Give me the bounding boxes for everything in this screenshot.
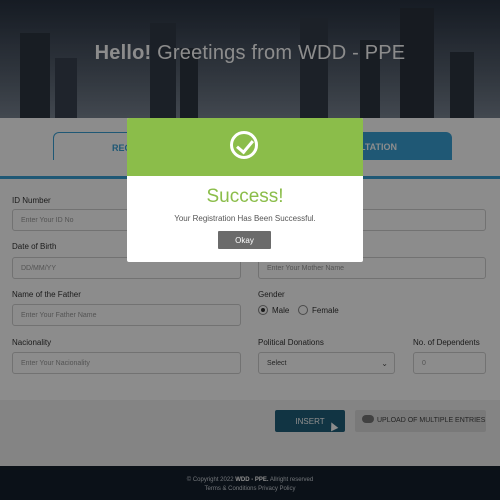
modal-title: Success! <box>206 186 284 207</box>
success-modal: Success! Your Registration Has Been Succ… <box>127 118 363 262</box>
okay-button[interactable]: Okay <box>218 231 271 249</box>
check-circle-icon <box>230 131 258 159</box>
modal-header <box>127 118 363 176</box>
modal-message: Your Registration Has Been Successful. <box>174 214 316 223</box>
